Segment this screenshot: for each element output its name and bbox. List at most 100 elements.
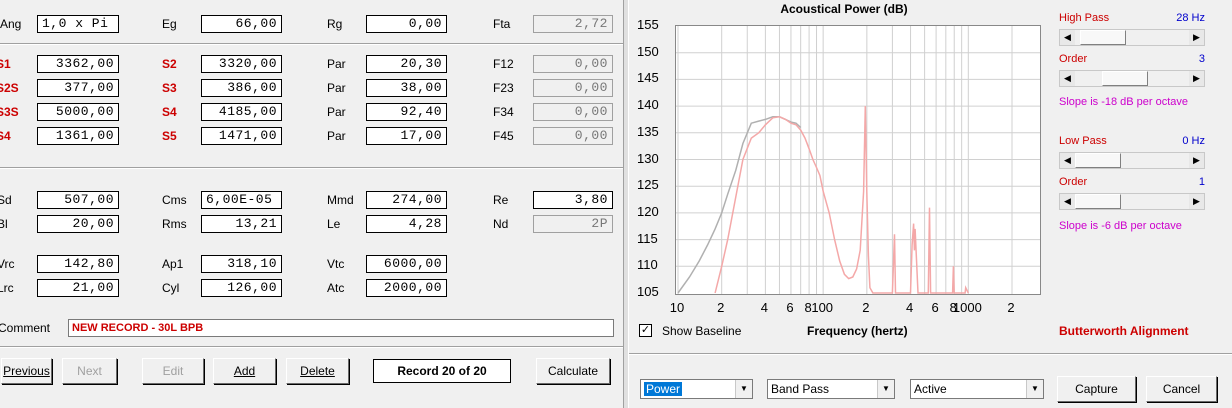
bl-label: Bl bbox=[0, 217, 8, 231]
scroll-left-icon[interactable]: ◀ bbox=[1060, 194, 1075, 209]
low-pass-order-value: 1 bbox=[1198, 176, 1205, 188]
f45-field: 0,00 bbox=[533, 127, 613, 145]
record-counter: Record 20 of 20 bbox=[373, 359, 511, 383]
ap1-label: Ap1 bbox=[162, 257, 184, 271]
next-button[interactable]: Next bbox=[62, 358, 117, 384]
bl-field[interactable]: 20,00 bbox=[37, 215, 119, 233]
x-tick-label: 2 bbox=[717, 300, 725, 315]
par2-field[interactable]: 38,00 bbox=[366, 79, 447, 97]
chevron-down-icon[interactable]: ▼ bbox=[735, 380, 752, 398]
cms-field[interactable]: 6,00E-05 bbox=[201, 191, 282, 209]
sd-field[interactable]: 507,00 bbox=[37, 191, 119, 209]
low-pass-order-slider[interactable]: ◀ ▶ bbox=[1059, 193, 1205, 210]
alignment-label: Butterworth Alignment bbox=[1059, 324, 1189, 338]
separator bbox=[629, 353, 1232, 355]
edit-button[interactable]: Edit bbox=[142, 358, 204, 384]
y-tick-label: 135 bbox=[637, 123, 659, 139]
s3s-label: S3S bbox=[0, 105, 19, 119]
y-tick-label: 140 bbox=[637, 97, 659, 113]
slider-thumb[interactable] bbox=[1075, 153, 1121, 168]
x-tick-label: 6 bbox=[786, 300, 794, 315]
vtc-field[interactable]: 6000,00 bbox=[366, 255, 447, 273]
mmd-label: Mmd bbox=[327, 193, 354, 207]
f45-label: F45 bbox=[493, 129, 514, 143]
y-tick-label: 110 bbox=[637, 257, 658, 273]
chevron-down-icon[interactable]: ▼ bbox=[1026, 380, 1043, 398]
rg-field[interactable]: 0,00 bbox=[366, 15, 447, 33]
s2s-field[interactable]: 377,00 bbox=[37, 79, 119, 97]
re-field[interactable]: 3,80 bbox=[533, 191, 613, 209]
separator bbox=[0, 346, 623, 348]
high-pass-label: High Pass bbox=[1059, 12, 1110, 24]
show-baseline-checkbox[interactable]: ✓ bbox=[639, 324, 652, 337]
scroll-right-icon[interactable]: ▶ bbox=[1189, 153, 1204, 168]
scroll-left-icon[interactable]: ◀ bbox=[1060, 153, 1075, 168]
low-pass-slope: Slope is -6 dB per octave bbox=[1059, 220, 1182, 232]
show-baseline-label[interactable]: Show Baseline bbox=[662, 323, 741, 339]
chevron-down-icon[interactable]: ▼ bbox=[877, 380, 894, 398]
filter-mode-value: Active bbox=[914, 382, 947, 396]
scroll-right-icon[interactable]: ▶ bbox=[1189, 30, 1204, 45]
s2-field[interactable]: 3320,00 bbox=[201, 55, 282, 73]
ang-label: Ang bbox=[0, 17, 22, 31]
comment-label: Comment bbox=[0, 321, 51, 335]
atc-field[interactable]: 2000,00 bbox=[366, 279, 447, 297]
scroll-left-icon[interactable]: ◀ bbox=[1060, 71, 1075, 86]
le-field[interactable]: 4,28 bbox=[366, 215, 447, 233]
scroll-right-icon[interactable]: ▶ bbox=[1189, 71, 1204, 86]
ang-field[interactable]: 1,0 x Pi bbox=[37, 15, 119, 33]
scroll-left-icon[interactable]: ◀ bbox=[1060, 30, 1075, 45]
output-type-select[interactable]: Power ▼ bbox=[640, 379, 753, 399]
s5-label: S5 bbox=[162, 129, 177, 143]
add-button[interactable]: Add bbox=[213, 358, 276, 384]
delete-button[interactable]: Delete bbox=[286, 358, 349, 384]
cancel-button[interactable]: Cancel bbox=[1146, 376, 1217, 402]
eg-field[interactable]: 66,00 bbox=[201, 15, 282, 33]
y-tick-label: 105 bbox=[637, 284, 659, 299]
ap1-field[interactable]: 318,10 bbox=[201, 255, 282, 273]
filter-type-select[interactable]: Band Pass ▼ bbox=[767, 379, 895, 399]
atc-label: Atc bbox=[327, 281, 345, 295]
s5-field[interactable]: 1471,00 bbox=[201, 127, 282, 145]
slider-thumb[interactable] bbox=[1102, 71, 1149, 86]
comment-field[interactable]: NEW RECORD - 30L BPB bbox=[68, 319, 614, 337]
par3-field[interactable]: 92,40 bbox=[366, 103, 447, 121]
slider-thumb[interactable] bbox=[1075, 194, 1121, 209]
rms-field[interactable]: 13,21 bbox=[201, 215, 282, 233]
cyl-field[interactable]: 126,00 bbox=[201, 279, 282, 297]
mmd-field[interactable]: 274,00 bbox=[366, 191, 447, 209]
previous-button[interactable]: Previous bbox=[1, 358, 52, 384]
output-type-value: Power bbox=[644, 382, 683, 396]
y-tick-label: 155 bbox=[637, 17, 659, 32]
calculate-button[interactable]: Calculate bbox=[536, 358, 610, 384]
low-pass-order-label: Order bbox=[1059, 176, 1088, 188]
s3s-field[interactable]: 5000,00 bbox=[37, 103, 119, 121]
par1-label: Par bbox=[327, 57, 346, 71]
high-pass-slider[interactable]: ◀ ▶ bbox=[1059, 29, 1205, 46]
scroll-right-icon[interactable]: ▶ bbox=[1189, 194, 1204, 209]
s4-label: S4 bbox=[162, 105, 177, 119]
s1-field[interactable]: 3362,00 bbox=[37, 55, 119, 73]
lrc-field[interactable]: 21,00 bbox=[37, 279, 119, 297]
vrc-field[interactable]: 142,80 bbox=[37, 255, 119, 273]
high-pass-order-slider[interactable]: ◀ ▶ bbox=[1059, 70, 1205, 87]
x-tick-label: 10 bbox=[669, 300, 685, 315]
s4-field[interactable]: 4185,00 bbox=[201, 103, 282, 121]
slider-thumb[interactable] bbox=[1080, 30, 1127, 45]
capture-button[interactable]: Capture bbox=[1057, 376, 1136, 402]
f23-label: F23 bbox=[493, 81, 514, 95]
response-series bbox=[714, 106, 969, 294]
low-pass-value: 0 Hz bbox=[1182, 135, 1205, 147]
s4b-label: S4 bbox=[0, 129, 11, 143]
par4-field[interactable]: 17,00 bbox=[366, 127, 447, 145]
x-tick-label: 6 bbox=[931, 300, 939, 315]
par4-label: Par bbox=[327, 129, 346, 143]
low-pass-slider[interactable]: ◀ ▶ bbox=[1059, 152, 1205, 169]
s3-field[interactable]: 386,00 bbox=[201, 79, 282, 97]
previous-button-label: Previous bbox=[3, 364, 50, 378]
filter-mode-select[interactable]: Active ▼ bbox=[910, 379, 1044, 399]
add-button-label: Add bbox=[233, 364, 256, 378]
s4b-field[interactable]: 1361,00 bbox=[37, 127, 119, 145]
par1-field[interactable]: 20,30 bbox=[366, 55, 447, 73]
y-tick-label: 115 bbox=[637, 230, 658, 246]
